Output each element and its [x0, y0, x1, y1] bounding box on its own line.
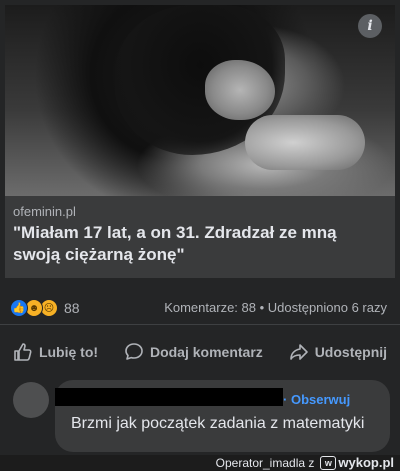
reaction-count: 88 [64, 300, 80, 316]
like-icon: 👍 [10, 299, 28, 317]
photo-face-shape [205, 60, 275, 120]
comment-button-label: Dodaj komentarz [149, 344, 263, 360]
comments-shares-count[interactable]: Komentarze: 88 • Udostępniono 6 razy [164, 300, 387, 315]
share-button[interactable]: Udostępnij [289, 342, 387, 362]
comment-text: Brzmi jak początek zadania z matematyki [71, 415, 365, 432]
redacted-author-name [55, 388, 283, 406]
post-stats: 👍 ☻ ☹ 88 Komentarze: 88 • Udostępniono 6… [0, 290, 400, 325]
like-button-label: Lubię to! [38, 344, 99, 360]
post-image[interactable]: i [5, 5, 395, 196]
wykop-logo-text: wykop.pl [338, 455, 394, 470]
watermark: Operator_imadla z w wykop.pl [216, 455, 394, 470]
photo-arm-shape [245, 115, 365, 170]
wykop-logo: w wykop.pl [320, 455, 394, 470]
action-bar: Lubię to! Dodaj komentarz Udostępnij [0, 334, 400, 370]
link-domain: ofeminin.pl [13, 204, 76, 219]
watermark-bar: Operator_imadla z w wykop.pl [0, 455, 400, 471]
thumbs-up-icon [14, 343, 32, 361]
like-button[interactable]: Lubię to! [13, 342, 98, 362]
facebook-post: i ofeminin.pl "Miałam 17 lat, a on 31. Z… [0, 0, 400, 471]
follow-label: Obserwuj [290, 392, 351, 407]
comment: · Obserwuj Brzmi jak początek zadania z … [0, 376, 400, 456]
link-headline[interactable]: "Miałam 17 lat, a on 31. Zdradzał ze mną… [13, 222, 383, 266]
wykop-logo-icon: w [320, 455, 337, 470]
reactions-summary[interactable]: 👍 ☻ ☹ 88 [10, 299, 80, 317]
comment-button[interactable]: Dodaj komentarz [124, 342, 263, 362]
link-preview[interactable]: ofeminin.pl "Miałam 17 lat, a on 31. Zdr… [5, 196, 395, 278]
follow-separator: · [283, 392, 288, 407]
comment-bubble: · Obserwuj Brzmi jak początek zadania z … [55, 380, 390, 452]
avatar[interactable] [13, 382, 49, 418]
info-icon[interactable]: i [358, 14, 382, 38]
watermark-text: Operator_imadla z [215, 455, 315, 470]
follow-button[interactable]: · Obserwuj [283, 392, 350, 407]
comment-icon [125, 343, 143, 360]
share-arrow-icon [289, 344, 308, 360]
share-button-label: Udostępnij [314, 344, 388, 360]
